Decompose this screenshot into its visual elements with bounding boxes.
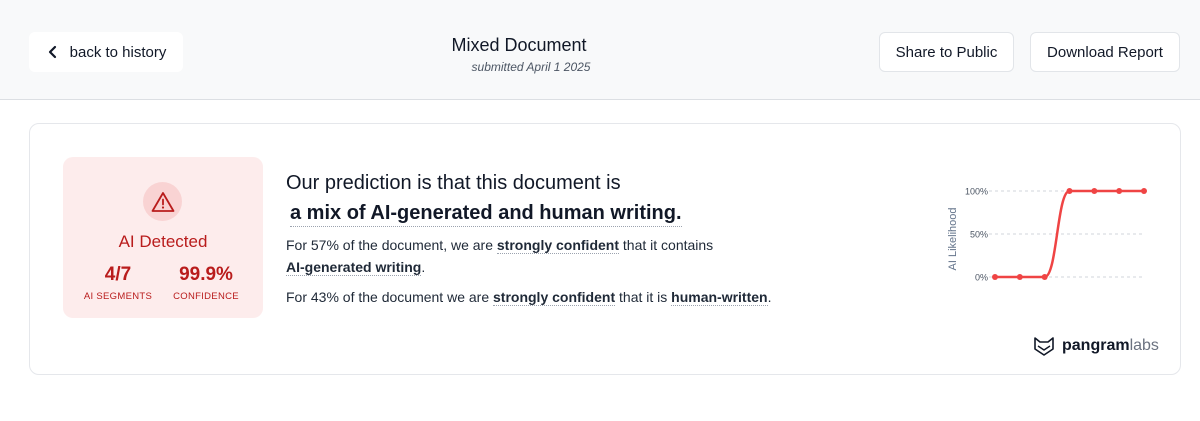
document-title: Mixed Document [451,35,587,55]
warning-triangle-icon [151,191,174,212]
back-label: back to history [69,43,167,61]
back-to-history-button[interactable]: back to history [29,32,183,72]
ai-detected-status: AI Detected [118,232,208,251]
ai-generated-term[interactable]: AI-generated writing [286,259,422,276]
data-point [1116,188,1123,194]
brand-name-bold: pangram [1062,337,1130,354]
pangram-fox-icon [1034,337,1054,356]
chevron-left-icon [48,45,56,59]
share-to-public-button[interactable]: Share to Public [879,32,1014,72]
top-bar: back to history Mixed Document submitted… [0,0,1200,100]
y-axis-label: AI Likelihood [947,208,959,271]
ai-portion-sentence: For 57% of the document, we are strongly… [286,234,756,278]
ai-likelihood-chart: AI Likelihood 0% 50% 100% [947,187,1147,283]
brand-name-light: labs [1129,337,1159,354]
warning-badge [143,182,182,221]
pangramlabs-logo: pangram labs [1032,335,1159,357]
text: that it is [615,289,672,305]
y-tick-label: 100% [965,187,988,197]
data-point [992,274,998,280]
ai-segments-label: AI SEGMENTS [83,291,153,302]
ai-detection-summary: AI Detected 4/7 AI SEGMENTS 99.9% CONFID… [63,157,263,318]
data-point [1041,274,1048,280]
data-point [1066,188,1073,194]
data-point [1141,188,1147,194]
data-point [1016,274,1023,280]
text: For 43% of the document we are [286,289,493,305]
y-tick-label: 50% [970,230,988,240]
prediction-verdict[interactable]: a mix of AI-generated and human writing. [290,202,682,227]
download-report-button[interactable]: Download Report [1030,32,1180,72]
text: . [767,289,772,305]
y-tick-label: 0% [975,273,988,283]
data-point [1091,188,1098,194]
text: that it contains [619,237,714,253]
ai-segments-value: 4/7 [104,264,132,285]
text: . [421,259,426,275]
human-portion-sentence: For 43% of the document we are strongly … [286,286,866,308]
text: For 57% of the document, we are [286,237,497,253]
document-submitted-date: submitted April 1 2025 [471,60,591,74]
confidence-value: 99.9% [179,264,233,285]
confidence-label: CONFIDENCE [173,291,239,302]
confidence-term[interactable]: strongly confident [496,237,620,254]
result-card: AI Detected 4/7 AI SEGMENTS 99.9% CONFID… [29,123,1181,375]
prediction-intro: Our prediction is that this document is [286,172,621,194]
confidence-term[interactable]: strongly confident [493,289,616,306]
human-written-term[interactable]: human-written [671,289,768,306]
